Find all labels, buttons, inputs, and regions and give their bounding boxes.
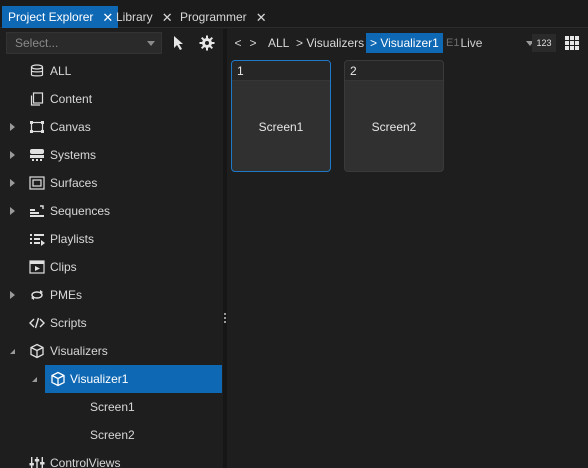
breadcrumb-item-visualizers[interactable]: > Visualizers bbox=[292, 33, 368, 53]
screen-tile-1[interactable]: 1 Screen1 bbox=[231, 60, 331, 172]
collapse-arrow-icon[interactable] bbox=[32, 377, 37, 382]
project-explorer-panel: Select... ALL Content Canvas Systems Sur… bbox=[0, 29, 222, 468]
canvas-icon bbox=[28, 119, 46, 135]
expand-arrow-icon[interactable] bbox=[10, 179, 15, 187]
tile-number: 1 bbox=[232, 61, 330, 81]
surfaces-icon bbox=[28, 175, 46, 191]
cube-icon bbox=[28, 343, 46, 359]
breadcrumb: < > ALL > Visualizers > Visualizer1 E1 L… bbox=[228, 29, 588, 59]
tree-item-label: Clips bbox=[50, 260, 77, 274]
expand-arrow-icon[interactable] bbox=[10, 291, 15, 299]
clips-icon bbox=[28, 259, 46, 275]
systems-icon bbox=[28, 147, 46, 163]
tree-item-label: Canvas bbox=[50, 120, 91, 134]
tree-item-screen1[interactable]: Screen1 bbox=[0, 393, 222, 421]
playlists-icon bbox=[28, 231, 46, 247]
tree-item-all[interactable]: ALL bbox=[0, 57, 222, 85]
tile-label: Screen1 bbox=[258, 119, 304, 134]
cube-icon bbox=[49, 371, 67, 387]
scripts-icon bbox=[28, 315, 46, 331]
live-select-value: Live bbox=[460, 36, 483, 50]
app-window: Project Explorer ✕ Library ✕ Programmer … bbox=[0, 0, 588, 468]
tree-item-content[interactable]: Content bbox=[0, 85, 222, 113]
tree-item-label: ControlViews bbox=[50, 456, 121, 468]
tree-item-screen2[interactable]: Screen2 bbox=[0, 421, 222, 449]
tab-label: Programmer bbox=[180, 10, 247, 24]
tree-item-scripts[interactable]: Scripts bbox=[0, 309, 222, 337]
collapse-arrow-icon[interactable] bbox=[10, 349, 15, 354]
breadcrumb-item-visualizer1[interactable]: > Visualizer1 bbox=[366, 33, 443, 53]
select-cursor-button[interactable] bbox=[168, 32, 190, 54]
panel-splitter[interactable] bbox=[223, 29, 227, 468]
close-icon[interactable]: ✕ bbox=[162, 11, 173, 24]
tree-item-label: Surfaces bbox=[50, 176, 98, 190]
tree-item-label: Content bbox=[50, 92, 93, 106]
tree-item-visualizers[interactable]: Visualizers bbox=[0, 337, 222, 365]
tree-item-label: PMEs bbox=[50, 288, 83, 302]
gear-icon bbox=[199, 35, 215, 51]
tile-number: 2 bbox=[345, 61, 443, 81]
forward-button[interactable]: > bbox=[247, 33, 259, 53]
tree-item-label: Scripts bbox=[50, 316, 87, 330]
tree-item-sequences[interactable]: Sequences bbox=[0, 197, 222, 225]
screen-tile-2[interactable]: 2 Screen2 bbox=[344, 60, 444, 172]
sequences-icon bbox=[28, 203, 46, 219]
tab-library[interactable]: Library ✕ bbox=[110, 6, 178, 28]
settings-button[interactable] bbox=[196, 32, 218, 54]
expand-arrow-icon[interactable] bbox=[10, 207, 15, 215]
tree-item-label: Screen2 bbox=[90, 428, 135, 442]
tab-project-explorer[interactable]: Project Explorer ✕ bbox=[2, 6, 119, 28]
cursor-icon bbox=[174, 36, 183, 50]
grid-icon bbox=[565, 36, 579, 50]
tree-item-surfaces[interactable]: Surfaces bbox=[0, 169, 222, 197]
expand-arrow-icon[interactable] bbox=[10, 123, 15, 131]
tree-item-label: Visualizers bbox=[50, 344, 108, 358]
tree-item-label: Systems bbox=[50, 148, 97, 162]
close-icon[interactable]: ✕ bbox=[256, 11, 267, 24]
splitter-grip-icon[interactable] bbox=[224, 313, 226, 327]
pmes-icon bbox=[28, 287, 46, 303]
tab-bar: Project Explorer ✕ Library ✕ Programmer … bbox=[0, 0, 588, 28]
back-button[interactable]: < bbox=[232, 33, 244, 53]
filter-select[interactable]: Select... bbox=[6, 32, 162, 54]
tree-item-canvas[interactable]: Canvas bbox=[0, 113, 222, 141]
grid-view-button[interactable] bbox=[562, 33, 582, 53]
tile-label: Screen2 bbox=[371, 119, 417, 134]
live-select[interactable]: E1 Live bbox=[446, 33, 534, 53]
tab-label: Project Explorer bbox=[8, 10, 94, 24]
tree-item-playlists[interactable]: Playlists bbox=[0, 225, 222, 253]
tree-item-systems[interactable]: Systems bbox=[0, 141, 222, 169]
expand-arrow-icon[interactable] bbox=[10, 151, 15, 159]
tree-item-pmes[interactable]: PMEs bbox=[0, 281, 222, 309]
filter-select-placeholder: Select... bbox=[15, 36, 59, 50]
live-select-prefix: E1 bbox=[446, 37, 460, 49]
visualizer-content-panel: < > ALL > Visualizers > Visualizer1 E1 L… bbox=[228, 29, 588, 468]
breadcrumb-item-all[interactable]: ALL bbox=[264, 33, 293, 53]
explorer-toolbar: Select... bbox=[0, 29, 222, 59]
tree-item-controlviews[interactable]: ControlViews bbox=[0, 449, 222, 468]
tree-item-label: Sequences bbox=[50, 204, 111, 218]
tab-programmer[interactable]: Programmer ✕ bbox=[174, 6, 272, 28]
tree-item-clips[interactable]: Clips bbox=[0, 253, 222, 281]
tree-item-label: Screen1 bbox=[90, 400, 135, 414]
tree-item-label: Visualizer1 bbox=[70, 372, 129, 386]
controlviews-icon bbox=[28, 455, 46, 468]
content-icon bbox=[28, 91, 46, 107]
number-toggle-button[interactable]: 123 bbox=[532, 34, 556, 52]
tree-item-label: ALL bbox=[50, 64, 72, 78]
tree-item-label: Playlists bbox=[50, 232, 95, 246]
tab-label: Library bbox=[116, 10, 153, 24]
chevron-down-icon bbox=[147, 41, 155, 46]
database-icon bbox=[28, 63, 46, 79]
tree-item-visualizer1[interactable]: Visualizer1 bbox=[32, 365, 222, 393]
